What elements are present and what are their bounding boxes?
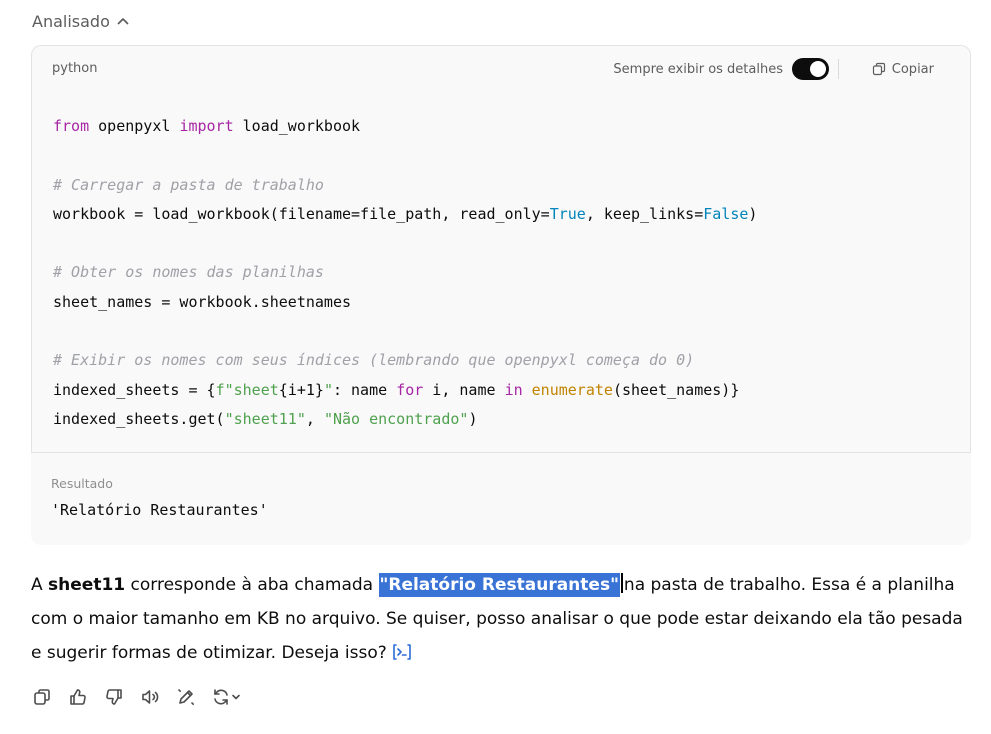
code-line-9: # Exibir os nomes com seus índices (lemb… bbox=[53, 351, 695, 370]
edit-in-canvas-button[interactable] bbox=[175, 686, 197, 708]
copy-code-button[interactable]: Copiar bbox=[872, 58, 934, 80]
code-line-1: from openpyxl import load_workbook bbox=[53, 117, 361, 135]
copy-message-button[interactable] bbox=[31, 686, 53, 708]
toggle-knob bbox=[810, 61, 826, 77]
copy-icon bbox=[34, 689, 50, 705]
regenerate-icon bbox=[214, 689, 240, 705]
answer-mid: corresponde à aba chamada bbox=[125, 575, 379, 595]
code-result-card: python Sempre exibir os detalhes Copiar … bbox=[31, 45, 971, 545]
always-show-details-toggle[interactable] bbox=[792, 58, 829, 80]
answer-prefix: A bbox=[31, 575, 49, 595]
text-cursor bbox=[620, 573, 623, 593]
code-line-7: sheet_names = workbook.sheetnames bbox=[53, 292, 352, 311]
view-analysis-icon[interactable] bbox=[391, 639, 413, 660]
code-header: python Sempre exibir os detalhes Copiar bbox=[32, 46, 970, 94]
result-value: 'Relatório Restaurantes' bbox=[51, 501, 268, 519]
analyzed-label: Analisado bbox=[32, 11, 110, 31]
copy-label: Copiar bbox=[891, 61, 934, 77]
always-show-details: Sempre exibir os detalhes bbox=[613, 57, 829, 81]
bad-response-button[interactable] bbox=[103, 686, 125, 708]
selected-text[interactable]: "Relatório Restaurantes" bbox=[378, 573, 620, 597]
message-actions bbox=[31, 684, 245, 710]
read-aloud-icon bbox=[142, 690, 159, 704]
code-line-10: indexed_sheets = {f"sheet{i+1}": name fo… bbox=[53, 380, 740, 399]
code-line-11: indexed_sheets.get("sheet11", "Não encon… bbox=[53, 409, 478, 428]
code-line-6: # Obter os nomes das planilhas bbox=[53, 263, 324, 282]
code-line-3: # Carregar a pasta de trabalho bbox=[53, 175, 324, 194]
assistant-answer: A sheet11 corresponde à aba chamada "Rel… bbox=[31, 568, 976, 670]
answer-bold-term: sheet11 bbox=[48, 575, 126, 595]
divider bbox=[838, 59, 839, 79]
code-content: from openpyxl import load_workbook # Car… bbox=[53, 112, 757, 434]
code-line-4: workbook = load_workbook(filename=file_p… bbox=[53, 204, 758, 223]
regenerate-button[interactable] bbox=[211, 686, 245, 708]
result-label: Resultado bbox=[51, 476, 113, 491]
code-language-label: python bbox=[52, 61, 98, 76]
thumbs-down-icon bbox=[106, 689, 122, 705]
thumbs-up-icon bbox=[70, 689, 86, 705]
always-show-details-label: Sempre exibir os detalhes bbox=[613, 61, 783, 77]
edit-canvas-icon bbox=[178, 689, 194, 705]
chevron-up-icon bbox=[117, 18, 129, 25]
code-panel: python Sempre exibir os detalhes Copiar … bbox=[31, 45, 971, 453]
analyzed-toggle[interactable]: Analisado bbox=[32, 9, 130, 33]
good-response-button[interactable] bbox=[67, 686, 89, 708]
read-aloud-button[interactable] bbox=[139, 686, 161, 708]
copy-icon bbox=[872, 62, 885, 76]
